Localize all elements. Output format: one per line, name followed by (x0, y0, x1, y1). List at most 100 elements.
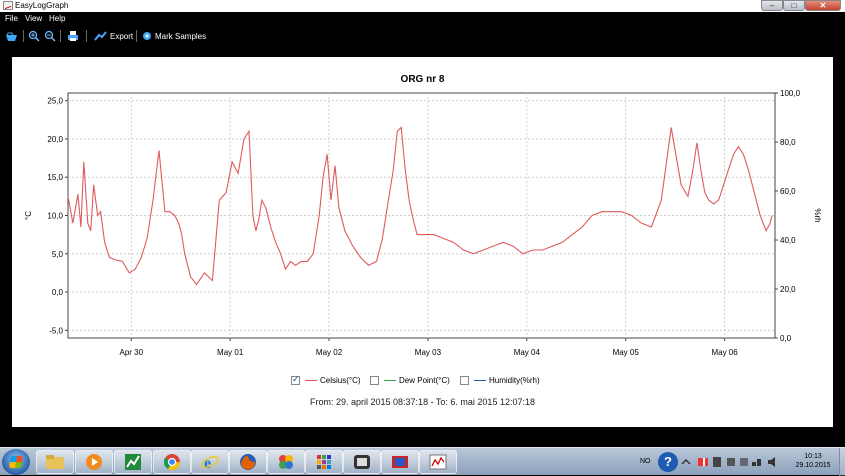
export-label: Export (110, 31, 134, 41)
legend-swatch (384, 379, 396, 381)
date-range-text: From: 29. april 2015 08:37:18 - To: 6. m… (310, 397, 535, 407)
y-tick-label: 15,0 (47, 173, 63, 182)
x-tick-label: May 05 (613, 348, 640, 357)
zoom-out-icon (44, 30, 56, 42)
y-tick-label: 5,0 (52, 250, 64, 259)
taskbar-chrome[interactable] (153, 450, 191, 474)
taskbar-firefox[interactable] (229, 450, 267, 474)
taskbar: e NO ? 10:13 29.10.2015 (0, 447, 845, 476)
window-controls: – □ ✕ (761, 0, 841, 12)
chart-panel: ORG nr 8 25,0 20,0 15,0 10,0 5,0 0,0 -5,0 100,0… (12, 57, 833, 427)
minimize-button[interactable]: – (761, 0, 783, 11)
media-tool-icon (392, 456, 408, 468)
export-button[interactable]: Export (94, 29, 133, 43)
legend-label: Humidity(%rh) (489, 375, 540, 385)
taskbar-file-explorer[interactable] (36, 450, 74, 474)
taskbar-easyloggraph[interactable] (419, 450, 457, 474)
title-bar: EasyLogGraph – □ ✕ (0, 0, 845, 12)
y-axis-label: °C (24, 211, 33, 220)
printer-icon (68, 31, 78, 41)
x-tick-label: May 03 (415, 348, 442, 357)
window-title: EasyLogGraph (15, 1, 69, 10)
maximize-button[interactable]: □ (783, 0, 805, 11)
legend-swatch (474, 379, 486, 381)
taskbar-photos[interactable] (267, 450, 305, 474)
y-tick-label: -5,0 (49, 326, 63, 335)
app-icon (3, 1, 13, 10)
clock-time: 10:13 (804, 453, 822, 460)
photos-icon (279, 455, 293, 469)
toolbar-separator (60, 30, 61, 42)
zoom-in-icon (28, 30, 40, 42)
legend-label: Dew Point(°C) (399, 375, 450, 385)
menu-help[interactable]: Help (49, 12, 65, 26)
folder-icon (46, 455, 64, 469)
grid-icon (317, 455, 331, 469)
clock-date: 29.10.2015 (795, 462, 831, 469)
legend-item-dew-point[interactable]: Dew Point(°C) (370, 374, 450, 386)
toolbar: Export Mark Samples (0, 26, 845, 46)
mark-samples-icon (143, 32, 151, 40)
zoom-out-button[interactable] (44, 29, 56, 43)
menu-bar: File View Help (0, 12, 845, 26)
y2-tick-label: 100,0 (780, 89, 801, 98)
close-button[interactable]: ✕ (805, 0, 841, 11)
y-tick-label: 25,0 (47, 97, 63, 106)
media-player-icon (86, 454, 102, 470)
language-indicator[interactable]: NO (640, 448, 651, 476)
legend-checkbox-celsius[interactable] (291, 374, 300, 385)
chrome-icon (163, 454, 181, 471)
y2-tick-label: 0,0 (780, 334, 792, 343)
film-icon (354, 455, 370, 469)
taskbar-internet-explorer[interactable]: e (191, 450, 229, 474)
volume-icon (768, 457, 775, 467)
firefox-icon (240, 454, 256, 470)
chart-app-icon (125, 454, 141, 470)
battery-icon (727, 458, 735, 466)
internet-explorer-icon: e (201, 455, 219, 471)
x-tick-label: Apr 30 (119, 348, 143, 357)
y2-axis-label: %rh (813, 208, 822, 222)
menu-file[interactable]: File (5, 12, 18, 26)
mark-samples-button[interactable]: Mark Samples (142, 29, 206, 43)
x-tick-label: May 04 (514, 348, 541, 357)
print-button[interactable] (67, 29, 79, 43)
taskbar-chart-app[interactable] (114, 450, 152, 474)
export-icon (94, 30, 107, 41)
x-tick-label: May 01 (217, 348, 244, 357)
x-tick-label: May 02 (316, 348, 343, 357)
open-button[interactable] (5, 29, 18, 43)
toolbar-separator (136, 30, 137, 42)
clock[interactable]: 10:13 29.10.2015 (790, 452, 836, 470)
y-tick-label: 20,0 (47, 135, 63, 144)
wifi-icon (740, 458, 748, 466)
legend-checkbox-dew-point[interactable] (370, 375, 379, 385)
help-tray-button[interactable]: ? (658, 452, 678, 472)
menu-view[interactable]: View (25, 12, 42, 26)
legend-label: Celsius(°C) (320, 375, 361, 385)
show-desktop-button[interactable] (839, 448, 845, 476)
taskbar-media-player[interactable] (75, 450, 113, 474)
temperature-chart[interactable]: 25,0 20,0 15,0 10,0 5,0 0,0 -5,0 100,0 80,0 60,0 4… (12, 57, 833, 367)
zoom-in-button[interactable] (28, 29, 40, 43)
taskbar-video-player[interactable] (343, 450, 381, 474)
y-tick-label: 0,0 (52, 288, 64, 297)
toolbar-separator (23, 30, 24, 42)
y2-tick-label: 60,0 (780, 187, 796, 196)
y-tick-label: 10,0 (47, 212, 63, 221)
y2-tick-label: 40,0 (780, 236, 796, 245)
legend-item-celsius[interactable]: Celsius(°C) (291, 374, 361, 386)
y2-tick-label: 20,0 (780, 285, 796, 294)
x-tick-label: May 06 (711, 348, 738, 357)
mark-samples-label: Mark Samples (155, 31, 207, 41)
tray-icons[interactable] (680, 448, 788, 476)
legend-item-humidity[interactable]: Humidity(%rh) (460, 374, 540, 386)
legend-checkbox-humidity[interactable] (460, 375, 469, 385)
taskbar-launcher[interactable] (305, 450, 343, 474)
start-button[interactable] (2, 449, 30, 475)
toolbar-separator (86, 30, 87, 42)
taskbar-media-tool[interactable] (381, 450, 419, 474)
y2-tick-label: 80,0 (780, 138, 796, 147)
network-icon (713, 457, 721, 467)
open-file-icon (6, 32, 17, 41)
